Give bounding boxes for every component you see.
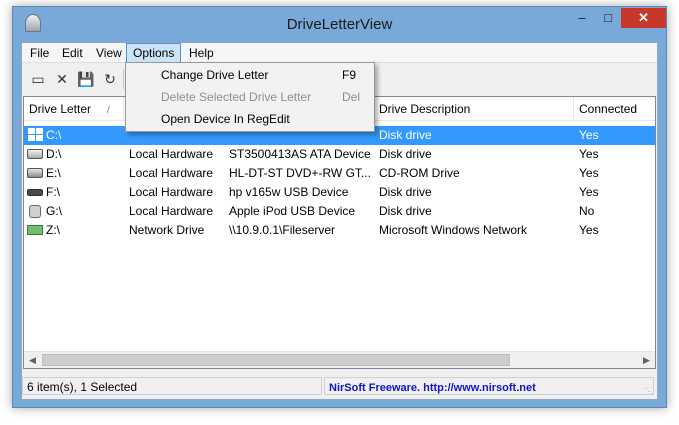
status-item-count: 6 item(s), 1 Selected [22,377,322,395]
menu-edit[interactable]: Edit [56,43,89,63]
drive-letter-cell: C:\ [46,128,62,142]
title-bar[interactable]: DriveLetterView – □ ✕ [13,7,666,43]
status-credit-pane: NirSoft Freeware. http://www.nirsoft.net [324,377,654,395]
drive-letter-cell: E:\ [46,166,61,180]
menu-item-delete-drive-letter: Delete Selected Drive Letter Del [128,87,372,107]
menu-view[interactable]: View [90,43,128,63]
description-cell: Disk drive [379,204,432,218]
type-cell: Network Drive [129,223,205,237]
drive-list[interactable]: Drive Letter / Drive Description Connecte… [23,96,656,369]
drive-letter-cell: G:\ [46,204,63,218]
nirsoft-link[interactable]: NirSoft Freeware. http://www.nirsoft.net [329,382,536,394]
type-cell: Local Hardware [129,166,214,180]
description-cell: Disk drive [379,147,432,161]
drive-letter-cell: D:\ [46,147,62,161]
type-cell: Local Hardware [129,147,214,161]
description-cell: CD-ROM Drive [379,166,460,180]
connected-cell: Yes [579,223,599,237]
minimize-button[interactable]: – [569,8,595,28]
table-row[interactable]: Z:\ Network Drive \\10.9.0.1\Fileserver … [24,221,655,240]
connected-cell: Yes [579,128,599,142]
drive-letter-cell: F:\ [46,185,60,199]
menu-item-label: Open Device In RegEdit [161,112,290,126]
menu-options[interactable]: Options [126,43,182,63]
toolbar-separator [123,69,124,89]
type-cell: Local Hardware [129,185,214,199]
device-cell: hp v165w USB Device [229,185,349,199]
device-cell: \\10.9.0.1\Fileserver [229,223,336,237]
resize-grip-icon[interactable]: ⋱ [645,387,655,397]
status-bar: 6 item(s), 1 Selected NirSoft Freeware. … [22,372,657,399]
menu-item-shortcut: F9 [342,68,357,82]
device-cell: ST3500413AS ATA Device [229,147,371,161]
description-cell: Disk drive [379,128,432,142]
drive-icon[interactable]: ▭ [27,68,49,90]
table-row[interactable]: E:\ Local Hardware HL-DT-ST DVD+-RW GT..… [24,164,655,183]
menu-file[interactable]: File [24,43,55,63]
menu-item-label: Delete Selected Drive Letter [161,90,312,104]
horizontal-scrollbar[interactable]: ◀ ▶ [24,351,655,368]
menu-item-change-drive-letter[interactable]: Change Drive Letter F9 [128,65,372,85]
device-cell: Apple iPod USB Device [229,204,356,218]
scroll-right-icon[interactable]: ▶ [638,352,655,368]
menu-bar: File Edit View Options Help [22,43,657,63]
menu-item-open-in-regedit[interactable]: Open Device In RegEdit [128,109,372,129]
description-cell: Microsoft Windows Network [379,223,528,237]
table-row[interactable]: G:\ Local Hardware Apple iPod USB Device… [24,202,655,221]
maximize-button[interactable]: □ [595,8,621,28]
column-drive-letter-label: Drive Letter [29,102,92,116]
table-row[interactable]: D:\ Local Hardware ST3500413AS ATA Devic… [24,145,655,164]
ipod-icon [29,205,41,218]
close-button[interactable]: ✕ [621,8,666,28]
menu-help[interactable]: Help [183,43,220,63]
scroll-left-icon[interactable]: ◀ [24,352,41,368]
save-icon[interactable]: 💾 [75,68,97,90]
device-cell: HL-DT-ST DVD+-RW GT... [229,166,371,180]
menu-item-shortcut: Del [342,90,361,104]
description-cell: Disk drive [379,185,432,199]
column-drive-letter[interactable]: Drive Letter / [24,97,124,121]
table-row[interactable]: F:\ Local Hardware hp v165w USB Device D… [24,183,655,202]
column-connected[interactable]: Connected [574,97,655,121]
column-drive-description[interactable]: Drive Description [374,97,574,121]
scrollbar-thumb[interactable] [42,354,510,366]
connected-cell: Yes [579,147,599,161]
connected-cell: Yes [579,166,599,180]
drive-letter-cell: Z:\ [46,223,60,237]
menu-item-label: Change Drive Letter [161,68,269,82]
connected-cell: No [579,204,595,218]
refresh-icon[interactable]: ↻ [99,68,121,90]
sort-arrow-icon: / [107,105,110,116]
options-dropdown-menu: Change Drive Letter F9 Delete Selected D… [125,62,375,132]
connected-cell: Yes [579,185,599,199]
type-cell: Local Hardware [129,204,214,218]
delete-icon[interactable]: ✕ [51,68,73,90]
